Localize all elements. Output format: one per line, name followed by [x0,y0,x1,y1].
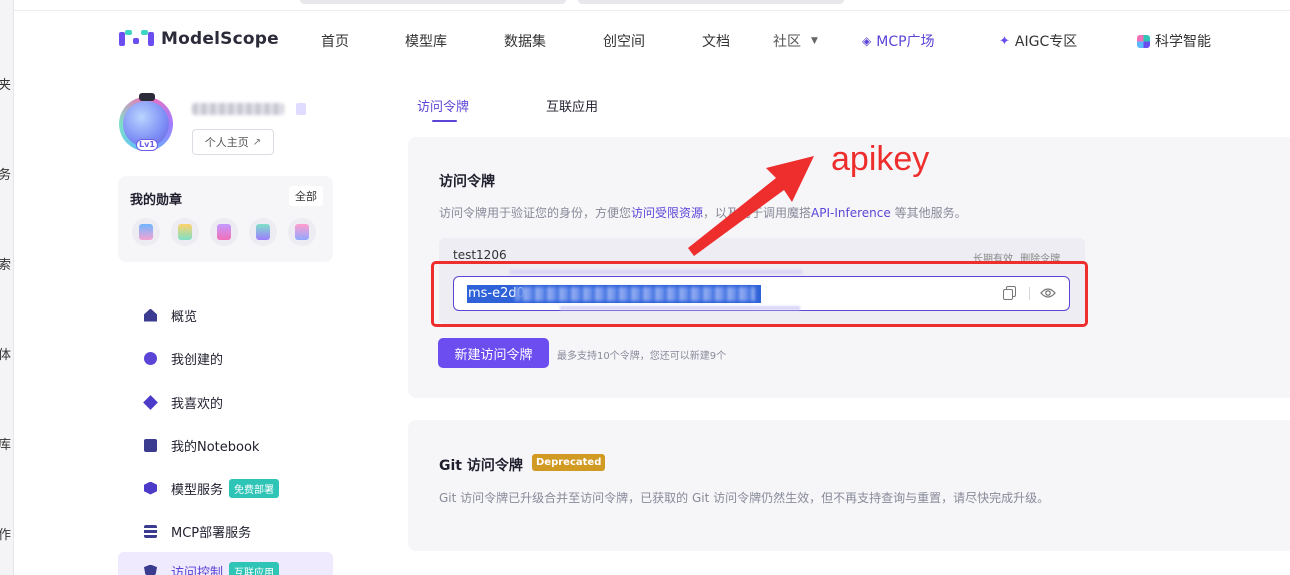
nav-docs[interactable]: 文档 [702,31,730,51]
sidebar-item-created[interactable]: 我创建的 [118,339,333,377]
badge-icon-4[interactable] [249,218,277,246]
desc-text: 等其他服务。 [890,206,967,220]
sidebar-item-label: 我喜欢的 [171,396,224,412]
new-access-token-button[interactable]: 新建访问令牌 [438,338,549,368]
nav-aigc[interactable]: ✦ AIGC专区 [999,31,1077,51]
badges-all-link[interactable]: 全部 [289,186,323,206]
strip-char: 体 [0,348,12,363]
plus-circle-icon [144,351,157,365]
background-window-strip: 夹 务 索 体 库 作 [0,0,14,575]
shield-icon [144,564,157,575]
profile-home-button[interactable]: 个人主页 ↗ [192,129,274,155]
badge-icon-3[interactable] [210,218,238,246]
mcp-diamond-icon: ◈ [862,34,872,48]
git-token-card [408,420,1290,551]
annotation-label: apikey [831,140,930,178]
badge-icon-1[interactable] [132,218,160,246]
sidebar-item-access-control[interactable]: 访问控制 互联应用 [118,552,333,575]
nav-home[interactable]: 首页 [321,31,349,51]
tab-linked-apps[interactable]: 互联应用 [546,96,598,115]
annotation-highlight-box [431,261,1088,327]
nav-community-label: 社区 [773,34,801,50]
external-link-icon: ↗ [252,136,262,148]
username-tag [296,103,306,115]
sidebar-item-label: 我的Notebook [171,439,260,455]
git-token-description: Git 访问令牌已升级合并至访问令牌，已获取的 Git 访问令牌仍然生效，但不再… [439,491,1050,505]
token-name: test1206 [453,248,507,262]
sidebar-item-notebook[interactable]: 我的Notebook [118,426,333,464]
cube-icon [144,481,157,495]
sidebar-item-label: MCP部署服务 [171,525,252,541]
username-redacted [192,103,284,115]
strip-char: 夹 [0,78,12,93]
server-icon [144,524,157,538]
nav-science-label: 科学智能 [1155,34,1211,50]
nav-community[interactable]: 社区 ▼ [773,31,818,51]
top-navbar: ModelScope 首页 模型库 数据集 创空间 文档 社区 ▼ ◈ MCP广… [14,10,1290,68]
strip-char: 作 [0,528,12,543]
tab-access-token[interactable]: 访问令牌 [417,96,469,115]
strip-char: 务 [0,168,12,183]
sidebar-item-model-service[interactable]: 模型服务 免费部署 [118,469,333,507]
strip-char: 索 [0,258,12,273]
nav-mcp[interactable]: ◈ MCP广场 [862,31,935,51]
science-icon [1137,34,1150,48]
git-token-title: Git 访问令牌 [439,458,523,474]
nav-aigc-label: AIGC专区 [1014,34,1078,50]
chevron-down-icon: ▼ [811,36,818,46]
badge-icon-2[interactable] [171,218,199,246]
page: 夹 务 索 体 库 作 ModelScope 首页 模型库 数据集 创空间 文档… [0,0,1290,575]
browser-fragment [578,0,844,4]
active-tab-indicator [432,120,457,122]
sidebar-item-overview[interactable]: 概览 [118,296,333,334]
badge-icon-5[interactable] [288,218,316,246]
nav-science[interactable]: 科学智能 [1137,31,1211,51]
sidebar-item-label: 模型服务 [171,482,224,498]
sidebar-item-label: 访问控制 [171,565,224,575]
badges-card: 我的勋章 全部 [118,176,333,262]
strip-char: 库 [0,438,12,453]
home-icon [144,308,157,322]
sparkle-icon: ✦ [999,33,1010,49]
nav-models[interactable]: 模型库 [405,31,447,51]
access-token-title: 访问令牌 [439,174,495,190]
brand-name: ModelScope [161,29,279,49]
token-limit-note: 最多支持10个令牌，您还可以新建9个 [557,351,727,362]
profile-home-label: 个人主页 [204,136,249,149]
level-badge: Lv1 [136,139,158,151]
deprecated-badge: Deprecated [532,454,606,471]
annotation-arrow-icon [688,156,814,256]
nav-mcp-label: MCP广场 [876,34,935,50]
badges-title: 我的勋章 [130,193,183,208]
sidebar-item-label: 我创建的 [171,352,224,368]
nav-studios[interactable]: 创空间 [603,31,645,51]
browser-fragment [300,0,566,4]
sidebar-item-label: 概览 [171,309,198,325]
desc-text: 访问令牌用于验证您的身份，方便您 [439,206,632,220]
logo[interactable]: ModelScope [119,28,279,50]
notebook-icon [144,438,157,452]
sidebar-item-mcp-deploy[interactable]: MCP部署服务 [118,512,333,550]
bow-icon [139,93,155,101]
linked-apps-tag: 互联应用 [229,561,280,575]
diamond-icon [143,394,158,410]
sidebar-item-liked[interactable]: 我喜欢的 [118,383,333,421]
nav-datasets[interactable]: 数据集 [504,31,546,51]
modelscope-logo-icon [119,28,155,50]
free-deploy-tag: 免费部署 [229,478,280,498]
